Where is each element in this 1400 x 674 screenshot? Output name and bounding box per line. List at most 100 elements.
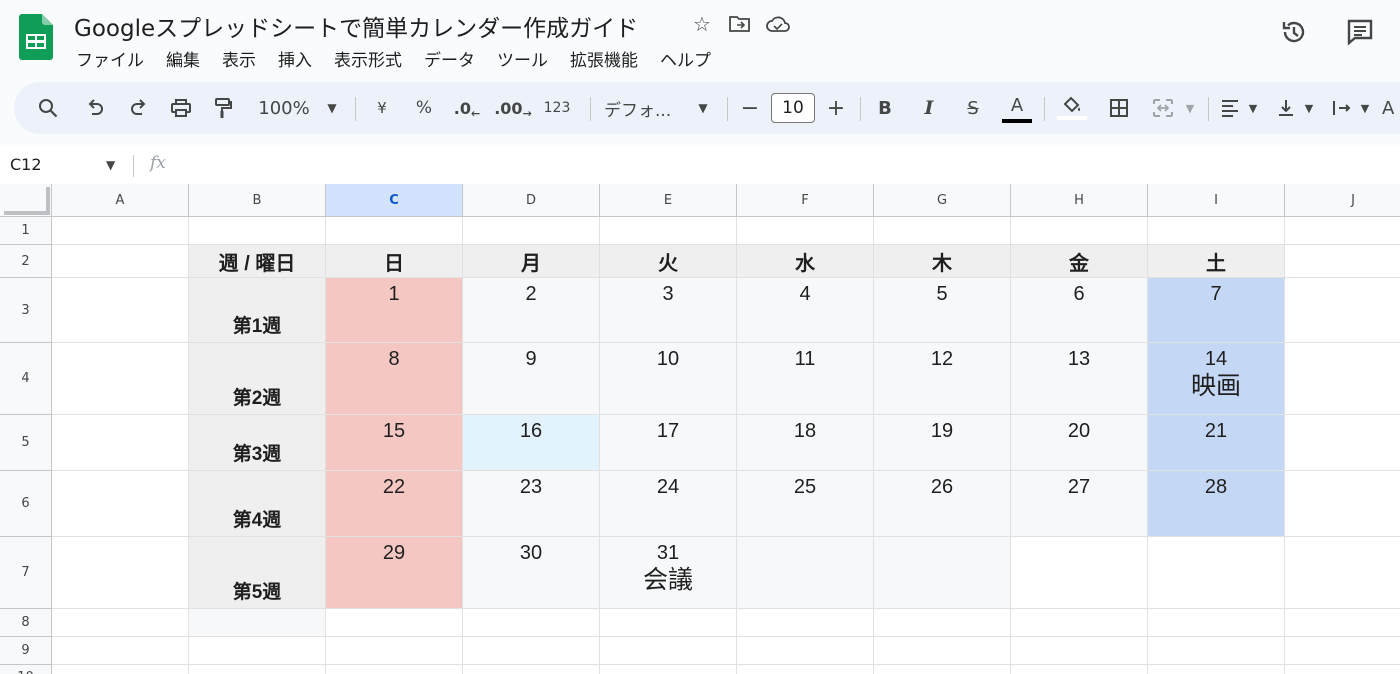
week-label-cell[interactable]: 第2週	[189, 343, 326, 415]
zoom-select[interactable]: 100%	[252, 82, 316, 134]
paint-format-icon[interactable]	[208, 82, 238, 134]
row-header-2[interactable]: 2	[0, 245, 52, 278]
calendar-day-cell[interactable]: 17	[600, 415, 737, 471]
cloud-status-icon[interactable]	[766, 12, 790, 36]
grid-cell[interactable]	[600, 217, 737, 245]
grid-cell[interactable]	[326, 665, 463, 674]
row-header-5[interactable]: 5	[0, 415, 52, 471]
grid-cell[interactable]	[463, 217, 600, 245]
name-box[interactable]: C12	[10, 155, 42, 174]
row-header-10[interactable]: 10	[0, 665, 52, 674]
undo-icon[interactable]	[80, 82, 110, 134]
grid-cell[interactable]	[737, 665, 874, 674]
search-menus-icon[interactable]	[30, 82, 66, 134]
row-header-6[interactable]: 6	[0, 471, 52, 537]
grid-cell[interactable]	[326, 217, 463, 245]
calendar-day-cell[interactable]	[1011, 537, 1148, 609]
grid-cell[interactable]	[1285, 471, 1400, 537]
valign-dropdown-icon[interactable]: ▼	[1300, 82, 1318, 134]
calendar-day-cell[interactable]	[874, 537, 1011, 609]
row-header-9[interactable]: 9	[0, 637, 52, 665]
column-header-b[interactable]: B	[189, 184, 326, 217]
calendar-day-cell[interactable]: 30	[463, 537, 600, 609]
grid-cell[interactable]	[1285, 609, 1400, 637]
grid-cell[interactable]	[52, 537, 189, 609]
week-label-cell[interactable]: 第1週	[189, 278, 326, 343]
row-header-8[interactable]: 8	[0, 609, 52, 637]
grid-cell[interactable]	[189, 609, 326, 637]
calendar-day-cell[interactable]: 4	[737, 278, 874, 343]
menu-edit[interactable]: 編集	[166, 46, 200, 71]
grid-cell[interactable]	[463, 637, 600, 665]
calendar-day-cell[interactable]: 25	[737, 471, 874, 537]
calendar-day-cell[interactable]: 8	[326, 343, 463, 415]
row-header-3[interactable]: 3	[0, 278, 52, 343]
grid-cell[interactable]	[52, 665, 189, 674]
week-label-cell[interactable]: 第4週	[189, 471, 326, 537]
calendar-day-cell[interactable]: 5	[874, 278, 1011, 343]
grid-cell[interactable]	[1011, 665, 1148, 674]
column-header-d[interactable]: D	[463, 184, 600, 217]
grid-cell[interactable]	[326, 637, 463, 665]
select-all-corner[interactable]	[0, 184, 52, 217]
calendar-day-cell[interactable]: 15	[326, 415, 463, 471]
grid-cell[interactable]	[52, 278, 189, 343]
halign-dropdown-icon[interactable]: ▼	[1244, 82, 1262, 134]
calendar-day-cell[interactable]: 31 会議	[600, 537, 737, 609]
grid-cell[interactable]	[1011, 217, 1148, 245]
calendar-header-cell[interactable]: 週 / 曜日	[189, 245, 326, 278]
grid-cell[interactable]	[52, 415, 189, 471]
calendar-day-cell[interactable]: 24	[600, 471, 737, 537]
grid-cell[interactable]	[463, 665, 600, 674]
grid-cell[interactable]	[874, 609, 1011, 637]
calendar-header-cell[interactable]: 金	[1011, 245, 1148, 278]
column-header-f[interactable]: F	[737, 184, 874, 217]
calendar-day-cell[interactable]: 22	[326, 471, 463, 537]
calendar-day-cell[interactable]: 9	[463, 343, 600, 415]
calendar-day-cell[interactable]: 11	[737, 343, 874, 415]
column-header-j[interactable]: J	[1285, 184, 1400, 217]
menu-extensions[interactable]: 拡張機能	[570, 46, 638, 71]
increase-decimal-button[interactable]: .00 →	[494, 82, 532, 134]
strikethrough-icon[interactable]: S	[960, 82, 986, 134]
grid-cell[interactable]	[737, 637, 874, 665]
grid-cell[interactable]	[1285, 537, 1400, 609]
bold-button[interactable]: B	[872, 82, 898, 134]
text-rotation-icon[interactable]: A	[1382, 82, 1400, 134]
grid-cell[interactable]	[1285, 245, 1400, 278]
calendar-day-cell[interactable]: 20	[1011, 415, 1148, 471]
grid-cell[interactable]	[326, 609, 463, 637]
grid-cell[interactable]	[1011, 609, 1148, 637]
calendar-header-cell[interactable]: 水	[737, 245, 874, 278]
calendar-day-cell[interactable]: 7	[1148, 278, 1285, 343]
text-color-button[interactable]: A	[1002, 82, 1032, 134]
calendar-day-cell[interactable]: 18	[737, 415, 874, 471]
grid-cell[interactable]	[189, 637, 326, 665]
move-folder-icon[interactable]	[728, 12, 752, 36]
menu-data[interactable]: データ	[424, 46, 475, 71]
more-formats-button[interactable]: 123	[540, 82, 574, 134]
percent-format-button[interactable]: %	[410, 82, 438, 134]
week-label-cell[interactable]: 第3週	[189, 415, 326, 471]
calendar-day-cell[interactable]: 14 映画	[1148, 343, 1285, 415]
grid-cell[interactable]	[1011, 637, 1148, 665]
grid-cell[interactable]	[1148, 637, 1285, 665]
column-header-g[interactable]: G	[874, 184, 1011, 217]
horizontal-align-icon[interactable]	[1216, 82, 1244, 134]
name-box-dropdown-icon[interactable]: ▼	[106, 158, 115, 172]
grid-cell[interactable]	[1148, 609, 1285, 637]
redo-icon[interactable]	[124, 82, 154, 134]
grid-cell[interactable]	[737, 217, 874, 245]
calendar-day-cell[interactable]: 28	[1148, 471, 1285, 537]
grid-cell[interactable]	[1285, 415, 1400, 471]
calendar-day-cell[interactable]: 10	[600, 343, 737, 415]
text-wrapping-icon[interactable]	[1328, 82, 1356, 134]
calendar-day-cell[interactable]: 12	[874, 343, 1011, 415]
row-header-7[interactable]: 7	[0, 537, 52, 609]
italic-button[interactable]: I	[916, 82, 942, 134]
menu-tools[interactable]: ツール	[497, 46, 548, 71]
spreadsheet-grid[interactable]: ABCDEFGHIJ12345678910週 / 曜日日月火水木金土第1週123…	[0, 184, 1400, 674]
calendar-day-cell[interactable]: 16	[463, 415, 600, 471]
calendar-day-cell[interactable]: 23	[463, 471, 600, 537]
column-header-i[interactable]: I	[1148, 184, 1285, 217]
